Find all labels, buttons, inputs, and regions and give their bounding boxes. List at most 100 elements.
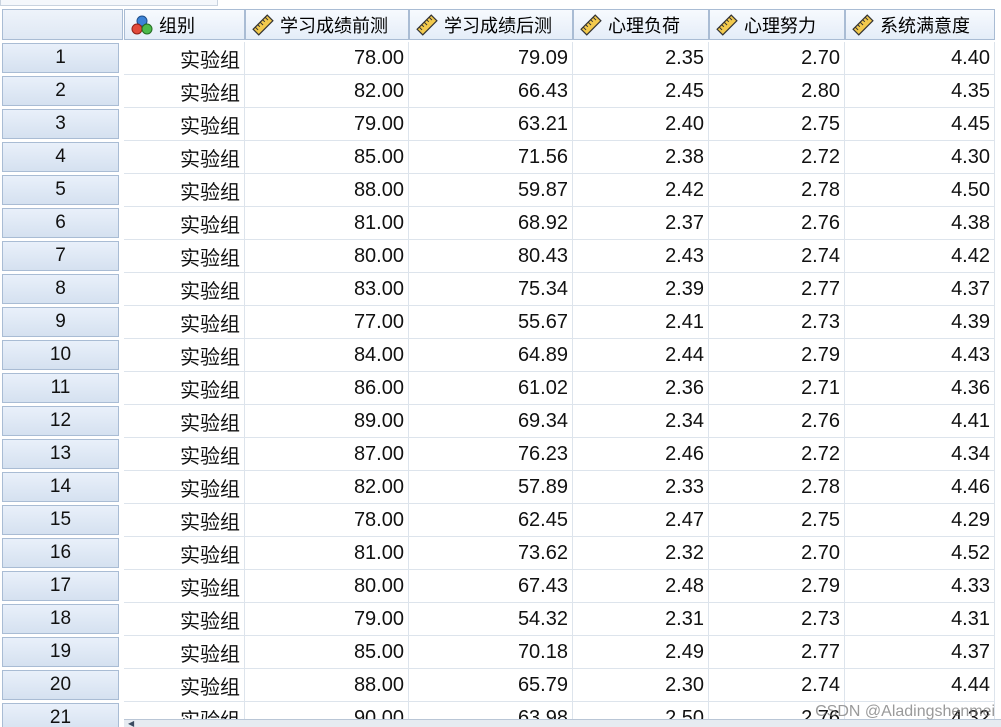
cell-mental_effort[interactable]: 2.73 bbox=[709, 306, 845, 339]
cell-group[interactable]: 实验组 bbox=[124, 570, 245, 603]
cell-mental_load[interactable]: 2.34 bbox=[573, 405, 709, 438]
cell-posttest[interactable]: 65.79 bbox=[409, 669, 573, 702]
cell-mental_load[interactable]: 2.35 bbox=[573, 42, 709, 75]
row-number[interactable]: 17 bbox=[2, 571, 119, 601]
cell-posttest[interactable]: 61.02 bbox=[409, 372, 573, 405]
cell-posttest[interactable]: 71.56 bbox=[409, 141, 573, 174]
cell-group[interactable]: 实验组 bbox=[124, 42, 245, 75]
scroll-left-arrow-icon[interactable]: ◀ bbox=[128, 720, 134, 727]
cell-mental_effort[interactable]: 2.75 bbox=[709, 504, 845, 537]
cell-pretest[interactable]: 85.00 bbox=[245, 141, 409, 174]
row-number[interactable]: 1 bbox=[2, 43, 119, 73]
cell-mental_effort[interactable]: 2.76 bbox=[709, 207, 845, 240]
cell-group[interactable]: 实验组 bbox=[124, 471, 245, 504]
column-header-posttest[interactable]: 学习成绩后测 bbox=[409, 9, 573, 40]
row-number[interactable]: 4 bbox=[2, 142, 119, 172]
cell-posttest[interactable]: 55.67 bbox=[409, 306, 573, 339]
cell-pretest[interactable]: 85.00 bbox=[245, 636, 409, 669]
cell-mental_effort[interactable]: 2.75 bbox=[709, 108, 845, 141]
cell-mental_effort[interactable]: 2.79 bbox=[709, 339, 845, 372]
cell-posttest[interactable]: 80.43 bbox=[409, 240, 573, 273]
row-number[interactable]: 11 bbox=[2, 373, 119, 403]
cell-satisfaction[interactable]: 4.44 bbox=[845, 669, 995, 702]
cell-satisfaction[interactable]: 4.34 bbox=[845, 438, 995, 471]
cell-group[interactable]: 实验组 bbox=[124, 636, 245, 669]
cell-satisfaction[interactable]: 4.46 bbox=[845, 471, 995, 504]
cell-satisfaction[interactable]: 4.29 bbox=[845, 504, 995, 537]
column-header-mental_load[interactable]: 心理负荷 bbox=[573, 9, 709, 40]
cell-group[interactable]: 实验组 bbox=[124, 306, 245, 339]
cell-posttest[interactable]: 62.45 bbox=[409, 504, 573, 537]
row-number[interactable]: 2 bbox=[2, 76, 119, 106]
cell-mental_load[interactable]: 2.45 bbox=[573, 75, 709, 108]
row-number[interactable]: 8 bbox=[2, 274, 119, 304]
cell-mental_effort[interactable]: 2.74 bbox=[709, 240, 845, 273]
cell-posttest[interactable]: 67.43 bbox=[409, 570, 573, 603]
cell-pretest[interactable]: 89.00 bbox=[245, 405, 409, 438]
cell-group[interactable]: 实验组 bbox=[124, 603, 245, 636]
cell-pretest[interactable]: 77.00 bbox=[245, 306, 409, 339]
cell-mental_effort[interactable]: 2.77 bbox=[709, 636, 845, 669]
cell-group[interactable]: 实验组 bbox=[124, 537, 245, 570]
cell-mental_effort[interactable]: 2.73 bbox=[709, 603, 845, 636]
cell-mental_load[interactable]: 2.41 bbox=[573, 306, 709, 339]
cell-posttest[interactable]: 57.89 bbox=[409, 471, 573, 504]
cell-posttest[interactable]: 66.43 bbox=[409, 75, 573, 108]
cell-mental_load[interactable]: 2.43 bbox=[573, 240, 709, 273]
cell-satisfaction[interactable]: 4.39 bbox=[845, 306, 995, 339]
cell-satisfaction[interactable]: 4.50 bbox=[845, 174, 995, 207]
row-number[interactable]: 16 bbox=[2, 538, 119, 568]
cell-mental_load[interactable]: 2.32 bbox=[573, 537, 709, 570]
cell-satisfaction[interactable]: 4.43 bbox=[845, 339, 995, 372]
cell-mental_load[interactable]: 2.36 bbox=[573, 372, 709, 405]
cell-mental_effort[interactable]: 2.74 bbox=[709, 669, 845, 702]
cell-group[interactable]: 实验组 bbox=[124, 273, 245, 306]
cell-mental_effort[interactable]: 2.77 bbox=[709, 273, 845, 306]
cell-group[interactable]: 实验组 bbox=[124, 207, 245, 240]
column-header-satisfaction[interactable]: 系统满意度 bbox=[845, 9, 995, 40]
cell-satisfaction[interactable]: 4.36 bbox=[845, 372, 995, 405]
row-number[interactable]: 7 bbox=[2, 241, 119, 271]
cell-satisfaction[interactable]: 4.42 bbox=[845, 240, 995, 273]
cell-pretest[interactable]: 81.00 bbox=[245, 537, 409, 570]
cell-satisfaction[interactable]: 4.40 bbox=[845, 42, 995, 75]
cell-pretest[interactable]: 78.00 bbox=[245, 42, 409, 75]
cell-mental_load[interactable]: 2.40 bbox=[573, 108, 709, 141]
cell-pretest[interactable]: 82.00 bbox=[245, 471, 409, 504]
row-number[interactable]: 21 bbox=[2, 703, 119, 727]
cell-satisfaction[interactable]: 4.52 bbox=[845, 537, 995, 570]
cell-group[interactable]: 实验组 bbox=[124, 405, 245, 438]
cell-group[interactable]: 实验组 bbox=[124, 108, 245, 141]
cell-mental_load[interactable]: 2.39 bbox=[573, 273, 709, 306]
cell-posttest[interactable]: 54.32 bbox=[409, 603, 573, 636]
cell-pretest[interactable]: 88.00 bbox=[245, 174, 409, 207]
column-header-pretest[interactable]: 学习成绩前测 bbox=[245, 9, 409, 40]
cell-group[interactable]: 实验组 bbox=[124, 504, 245, 537]
cell-posttest[interactable]: 64.89 bbox=[409, 339, 573, 372]
cell-posttest[interactable]: 59.87 bbox=[409, 174, 573, 207]
row-number[interactable]: 14 bbox=[2, 472, 119, 502]
cell-mental_effort[interactable]: 2.70 bbox=[709, 42, 845, 75]
cell-mental_load[interactable]: 2.30 bbox=[573, 669, 709, 702]
cell-pretest[interactable]: 87.00 bbox=[245, 438, 409, 471]
cell-pretest[interactable]: 88.00 bbox=[245, 669, 409, 702]
cell-satisfaction[interactable]: 4.33 bbox=[845, 570, 995, 603]
cell-pretest[interactable]: 84.00 bbox=[245, 339, 409, 372]
column-header-mental_effort[interactable]: 心理努力 bbox=[709, 9, 845, 40]
row-number[interactable]: 12 bbox=[2, 406, 119, 436]
cell-pretest[interactable]: 86.00 bbox=[245, 372, 409, 405]
cell-mental_load[interactable]: 2.31 bbox=[573, 603, 709, 636]
cell-mental_effort[interactable]: 2.78 bbox=[709, 471, 845, 504]
cell-posttest[interactable]: 70.18 bbox=[409, 636, 573, 669]
cell-satisfaction[interactable]: 4.30 bbox=[845, 141, 995, 174]
row-number[interactable]: 15 bbox=[2, 505, 119, 535]
row-number[interactable]: 13 bbox=[2, 439, 119, 469]
cell-pretest[interactable]: 79.00 bbox=[245, 603, 409, 636]
cell-posttest[interactable]: 63.21 bbox=[409, 108, 573, 141]
row-number[interactable]: 9 bbox=[2, 307, 119, 337]
cell-posttest[interactable]: 68.92 bbox=[409, 207, 573, 240]
cell-mental_effort[interactable]: 2.76 bbox=[709, 405, 845, 438]
column-header-group[interactable]: 组别 bbox=[124, 9, 245, 40]
cell-mental_load[interactable]: 2.46 bbox=[573, 438, 709, 471]
cell-mental_load[interactable]: 2.38 bbox=[573, 141, 709, 174]
